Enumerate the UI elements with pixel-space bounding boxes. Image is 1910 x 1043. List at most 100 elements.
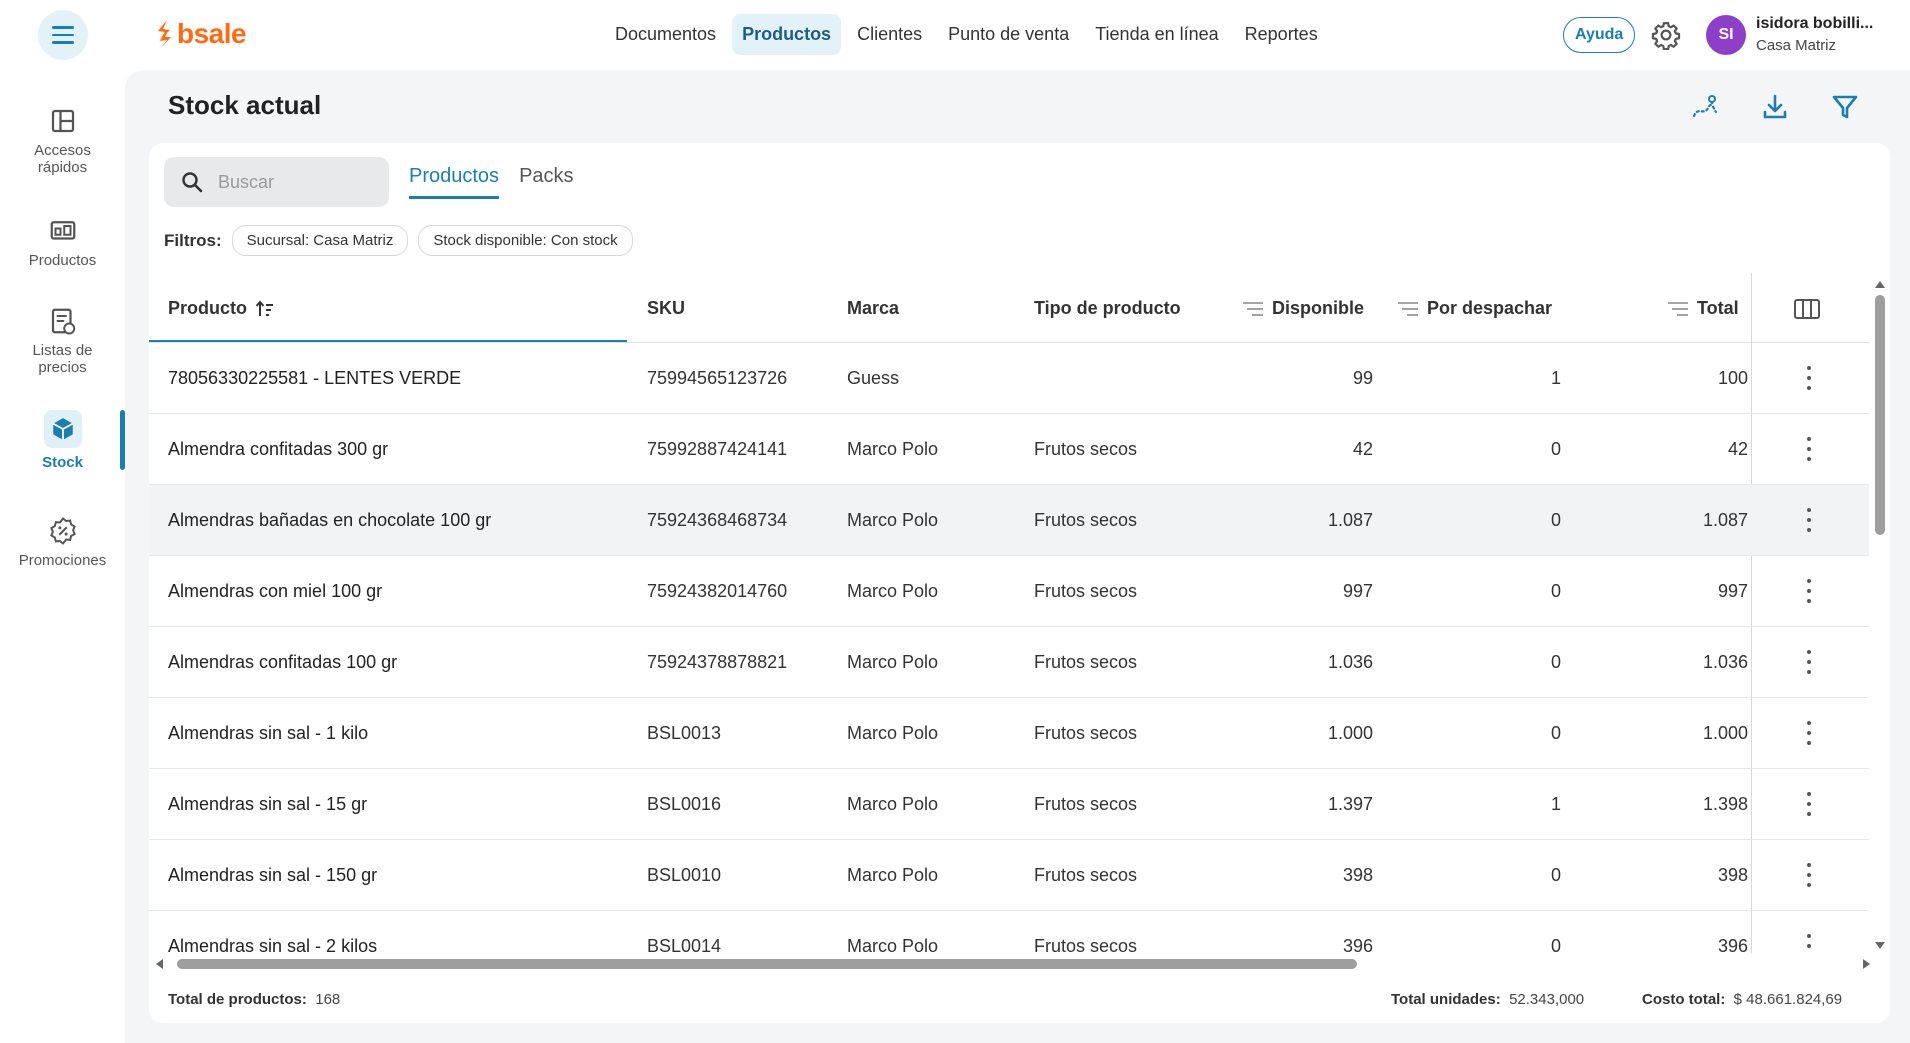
table-row[interactable]: Almendras sin sal - 150 gr BSL0010 Marco P…: [149, 840, 1869, 911]
column-header-sku[interactable]: SKU: [647, 298, 685, 319]
horizontal-scroll-thumb[interactable]: [177, 959, 1357, 969]
column-header-producto[interactable]: Producto: [168, 298, 275, 319]
cell-disponible: 42: [1352, 439, 1373, 459]
row-actions-kebab-icon[interactable]: [1806, 650, 1812, 674]
sidebar-item-listas-de-precios[interactable]: Listas de precios: [0, 306, 125, 376]
search-box[interactable]: [164, 157, 389, 207]
scroll-down-arrow-icon[interactable]: [1874, 941, 1886, 951]
main-nav: Documentos Productos Clientes Punto de v…: [605, 14, 1328, 55]
cell-sku: BSL0010: [647, 865, 722, 885]
costo-total: Costo total: $ 48.661.824,69: [1642, 991, 1842, 1008]
route-icon[interactable]: [1690, 92, 1720, 122]
cell-tipo: Frutos secos: [1034, 865, 1138, 885]
cell-disponible: 396: [1342, 936, 1373, 953]
sort-lines-icon[interactable]: [1242, 301, 1264, 317]
column-header-label: Por despachar: [1427, 298, 1553, 318]
discount-badge-icon: [49, 517, 76, 545]
table-row[interactable]: Almendras con miel 100 gr 75924382014760 M…: [149, 556, 1869, 627]
cell-por-despachar: 0: [1550, 723, 1561, 743]
cell-por-despachar: 0: [1550, 439, 1561, 459]
column-header-total[interactable]: Total: [1667, 298, 1739, 319]
total-productos-label: Total de productos:: [168, 991, 307, 1008]
table-row[interactable]: Almendra confitadas 300 gr 75992887424141…: [149, 414, 1869, 485]
vertical-scroll-thumb[interactable]: [1875, 295, 1885, 535]
tab-productos[interactable]: Productos: [409, 163, 500, 199]
cell-disponible: 99: [1352, 368, 1373, 388]
active-filters: Filtros: Sucursal: Casa Matriz Stock dis…: [164, 225, 633, 256]
user-name[interactable]: isidora bobilli...: [1756, 15, 1873, 33]
filter-icon[interactable]: [1830, 92, 1860, 122]
total-unidades-label: Total unidades:: [1391, 991, 1501, 1008]
column-header-marca[interactable]: Marca: [847, 298, 899, 319]
cell-producto: 78056330225581 - LENTES VERDE: [168, 368, 462, 388]
column-header-tipo-de-producto[interactable]: Tipo de producto: [1034, 298, 1181, 319]
row-actions-kebab-icon[interactable]: [1806, 792, 1812, 816]
cell-tipo: Frutos secos: [1034, 936, 1138, 953]
cell-total: 1.036: [1702, 652, 1748, 672]
row-actions-kebab-icon[interactable]: [1806, 437, 1812, 461]
table-row[interactable]: Almendras bañadas en chocolate 100 gr 759…: [149, 485, 1869, 556]
scroll-left-arrow-icon[interactable]: [154, 958, 164, 970]
cell-producto: Almendras con miel 100 gr: [168, 581, 383, 601]
nav-punto-de-venta[interactable]: Punto de venta: [938, 14, 1079, 55]
scroll-up-arrow-icon[interactable]: [1874, 279, 1886, 289]
vertical-scrollbar[interactable]: [1872, 273, 1888, 953]
row-actions-kebab-icon[interactable]: [1806, 721, 1812, 745]
cell-disponible: 997: [1342, 581, 1373, 601]
row-actions-kebab-icon[interactable]: [1806, 934, 1812, 953]
filter-chip-stock-disponible[interactable]: Stock disponible: Con stock: [418, 225, 633, 256]
user-avatar[interactable]: SI: [1706, 15, 1746, 55]
stock-card: Productos Packs Filtros: Sucursal: Casa …: [149, 143, 1890, 1023]
sidebar-item-productos[interactable]: Productos: [0, 216, 125, 269]
sort-lines-icon[interactable]: [1667, 301, 1689, 317]
cell-marca: Marco Polo: [847, 510, 939, 530]
tab-packs[interactable]: Packs: [519, 163, 573, 199]
column-header-label: Total: [1697, 298, 1739, 318]
menu-icon: [52, 24, 74, 47]
column-header-por-despachar[interactable]: Por despachar: [1397, 298, 1552, 319]
settings-gear-icon[interactable]: [1651, 20, 1681, 50]
row-actions-kebab-icon[interactable]: [1806, 863, 1812, 887]
cell-marca: Marco Polo: [847, 581, 939, 601]
total-productos: Total de productos: 168: [168, 991, 340, 1008]
cell-producto: Almendras sin sal - 150 gr: [168, 865, 378, 885]
table-row[interactable]: Almendras sin sal - 1 kilo BSL0013 Marco P…: [149, 698, 1869, 769]
total-unidades-value: 52.343,000: [1509, 991, 1585, 1008]
nav-productos[interactable]: Productos: [732, 14, 842, 55]
columns-settings-icon[interactable]: [1793, 298, 1821, 320]
hamburger-menu-button[interactable]: [38, 10, 88, 60]
horizontal-scrollbar[interactable]: [154, 955, 1884, 973]
help-button[interactable]: Ayuda: [1563, 17, 1636, 53]
row-actions-kebab-icon[interactable]: [1806, 366, 1812, 390]
sidebar-item-label: Accesos rápidos: [34, 142, 91, 176]
nav-tienda-en-linea[interactable]: Tienda en línea: [1085, 14, 1228, 55]
search-input[interactable]: [218, 171, 368, 193]
sidebar-item-stock[interactable]: Stock: [0, 410, 125, 471]
sidebar: Accesos rápidos Productos Listas de prec…: [0, 70, 125, 1043]
nav-documentos[interactable]: Documentos: [605, 14, 726, 55]
nav-reportes[interactable]: Reportes: [1235, 14, 1328, 55]
table-row[interactable]: Almendras sin sal - 15 gr BSL0016 Marco Po…: [149, 769, 1869, 840]
column-header-disponible[interactable]: Disponible: [1242, 298, 1364, 319]
table-row[interactable]: Almendras confitadas 100 gr 7592437887882…: [149, 627, 1869, 698]
bsale-logo[interactable]: bsale: [155, 18, 247, 50]
row-actions-kebab-icon[interactable]: [1806, 508, 1812, 532]
sidebar-item-promociones[interactable]: Promociones: [0, 516, 125, 569]
cell-tipo: Frutos secos: [1034, 794, 1138, 814]
scroll-right-arrow-icon[interactable]: [1862, 958, 1872, 970]
table-row[interactable]: 78056330225581 - LENTES VERDE 75994565123…: [149, 343, 1869, 414]
nav-clientes[interactable]: Clientes: [847, 14, 932, 55]
cell-total: 997: [1717, 581, 1748, 601]
filter-chip-sucursal[interactable]: Sucursal: Casa Matriz: [231, 225, 409, 256]
cell-tipo: Frutos secos: [1034, 439, 1138, 459]
table-row[interactable]: Almendras sin sal - 2 kilos BSL0014 Marco …: [149, 911, 1869, 953]
row-actions-kebab-icon[interactable]: [1806, 579, 1812, 603]
sidebar-item-accesos-rapidos[interactable]: Accesos rápidos: [0, 106, 125, 176]
sort-lines-icon[interactable]: [1397, 301, 1419, 317]
cell-por-despachar: 0: [1550, 936, 1561, 953]
sort-ascending-icon[interactable]: [255, 299, 275, 319]
cell-producto: Almendras sin sal - 15 gr: [168, 794, 368, 814]
cell-total: 1.087: [1702, 510, 1748, 530]
download-icon[interactable]: [1760, 92, 1790, 122]
layout-grid-icon: [51, 109, 74, 133]
